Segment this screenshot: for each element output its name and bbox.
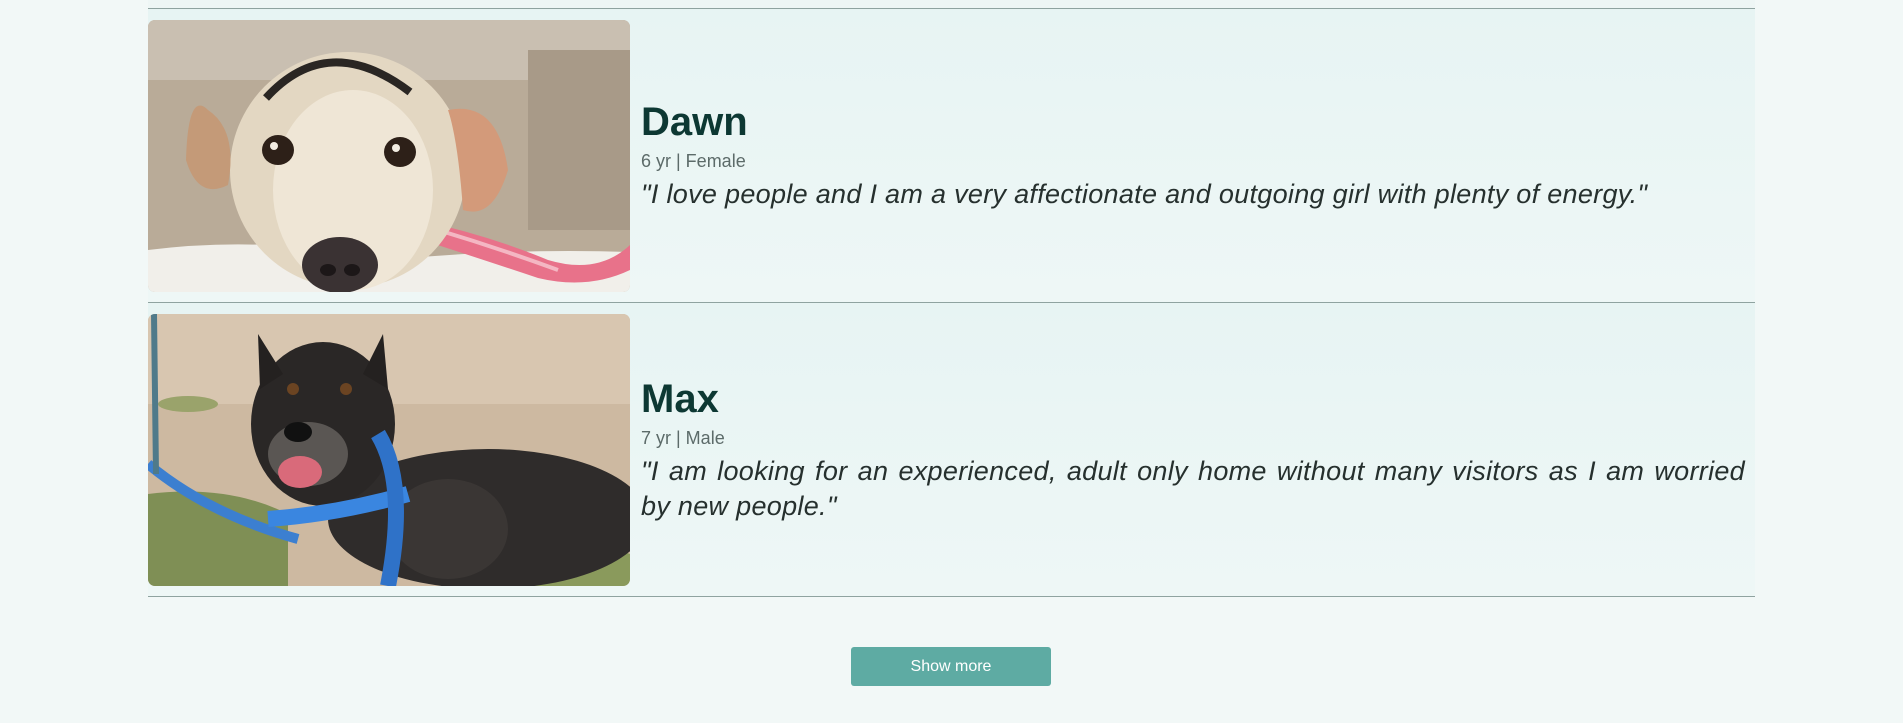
- pet-name[interactable]: Dawn: [641, 99, 1745, 145]
- pet-info: Dawn 6 yr | Female "I love people and I …: [630, 99, 1755, 212]
- list-divider: [148, 0, 1755, 9]
- pet-list: Dawn 6 yr | Female "I love people and I …: [148, 0, 1755, 597]
- pet-info: Max 7 yr | Male "I am looking for an exp…: [630, 376, 1755, 524]
- pet-card-dawn[interactable]: Dawn 6 yr | Female "I love people and I …: [148, 9, 1755, 303]
- pet-name[interactable]: Max: [641, 376, 1745, 422]
- pet-age-sex: 7 yr | Male: [641, 427, 725, 448]
- pet-quote: "I am looking for an experienced, adult …: [641, 455, 1745, 521]
- dog-photo-image: [148, 313, 630, 586]
- pet-photo-max[interactable]: [148, 313, 630, 586]
- pet-quote: "I love people and I am a very affection…: [641, 179, 1648, 209]
- pet-photo-dawn[interactable]: [148, 19, 630, 292]
- pet-age-sex: 6 yr | Female: [641, 151, 746, 171]
- page: Dawn 6 yr | Female "I love people and I …: [0, 0, 1903, 723]
- list-footer: Show more: [148, 600, 1755, 723]
- dog-photo-image: [148, 19, 630, 292]
- pet-card-max[interactable]: Max 7 yr | Male "I am looking for an exp…: [148, 303, 1755, 597]
- show-more-button[interactable]: Show more: [851, 647, 1051, 686]
